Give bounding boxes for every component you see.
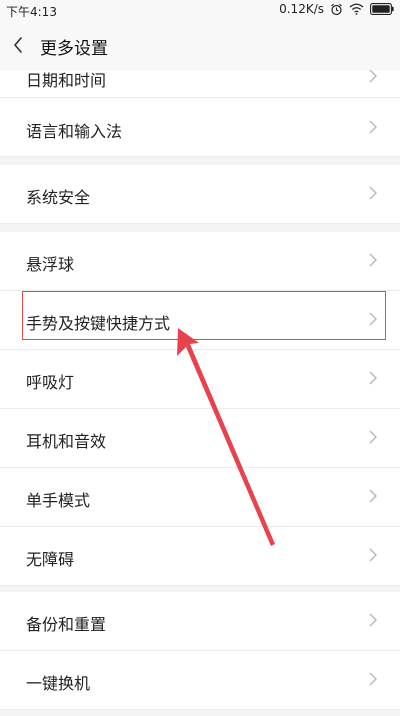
setting-label: 手势及按键快捷方式 [26,314,171,333]
setting-label: 语言和输入法 [26,122,123,141]
status-bar: 下午4:13 0.12K/s [0,0,400,20]
chevron-right-icon [369,70,377,83]
setting-item-system-security[interactable]: 系统安全 [0,165,400,224]
chevron-right-icon [369,489,377,503]
title-bar: 更多设置 [0,20,400,70]
setting-item-language-input[interactable]: 语言和输入法 [0,98,400,157]
setting-label: 呼吸灯 [26,373,75,392]
setting-label: 日期和时间 [26,71,107,90]
setting-label: 备份和重置 [26,615,107,634]
setting-item-floating-ball[interactable]: 悬浮球 [0,232,400,291]
setting-label: 悬浮球 [26,255,75,274]
net-speed: 0.12K/s [279,2,324,16]
setting-label: 系统安全 [26,188,91,207]
chevron-right-icon [369,371,377,385]
chevron-right-icon [369,312,377,326]
chevron-right-icon [369,186,377,200]
setting-item-headset-audio[interactable]: 耳机和音效 [0,409,400,468]
chevron-left-icon[interactable] [10,35,28,55]
setting-item-breathing-light[interactable]: 呼吸灯 [0,350,400,409]
chevron-right-icon [369,672,377,686]
setting-label: 耳机和音效 [26,432,107,451]
chevron-right-icon [369,430,377,444]
setting-label: 无障碍 [26,550,75,569]
setting-label: 单手模式 [26,491,91,510]
setting-item-gesture-shortcuts[interactable]: 手势及按键快捷方式 [0,291,400,350]
battery-icon [370,3,394,15]
setting-item-backup-reset[interactable]: 备份和重置 [0,592,400,651]
chevron-right-icon [369,253,377,267]
page-title: 更多设置 [40,39,108,59]
settings-list: 日期和时间 语言和输入法 系统安全 悬浮球 手势及按键快捷方式 呼吸灯 耳机和音… [0,70,400,716]
setting-label: 一键换机 [26,674,91,693]
alarm-icon [331,3,342,15]
setting-item-phone-migration[interactable]: 一键换机 [0,651,400,710]
setting-item-accessibility[interactable]: 无障碍 [0,527,400,586]
status-icons: 0.12K/s [279,2,394,16]
chevron-right-icon [369,548,377,562]
chevron-right-icon [369,120,377,134]
chevron-right-icon [369,613,377,627]
setting-item-one-hand-mode[interactable]: 单手模式 [0,468,400,527]
wifi-icon [349,3,364,15]
status-time: 下午4:13 [6,5,57,19]
setting-item-date-time[interactable]: 日期和时间 [0,70,400,98]
